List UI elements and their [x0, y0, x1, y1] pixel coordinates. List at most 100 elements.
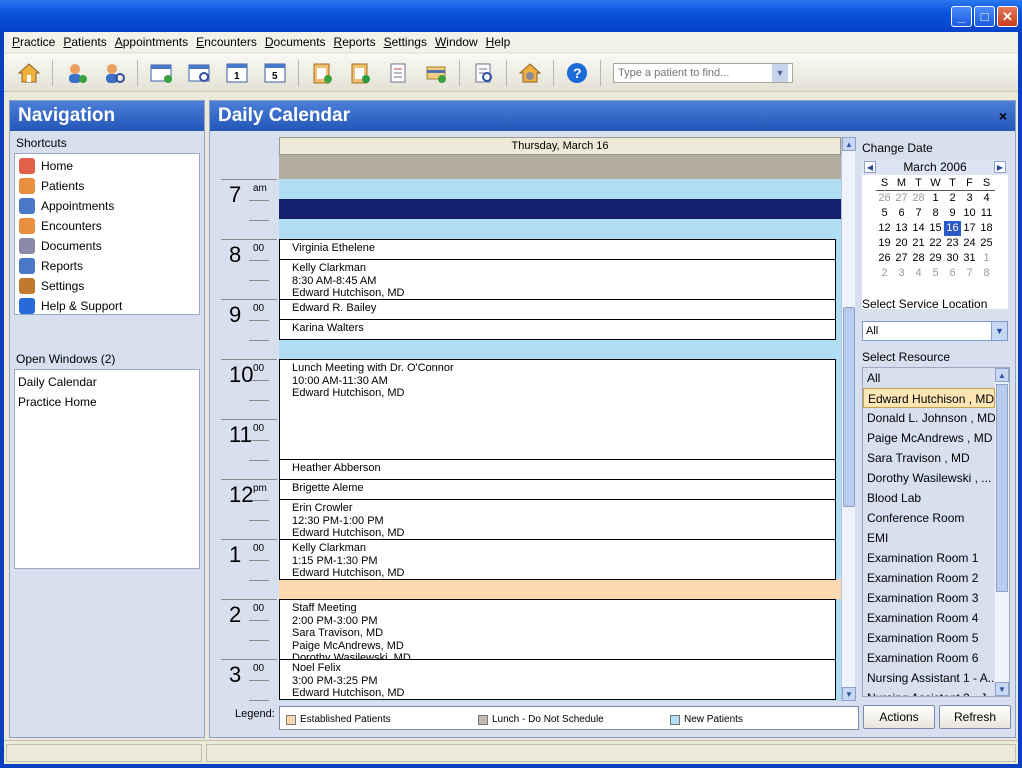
service-location-select[interactable]: All ▼: [862, 321, 1008, 341]
scroll-thumb[interactable]: [843, 307, 855, 507]
calendar-day[interactable]: 29: [927, 251, 944, 266]
sign-encounter-icon[interactable]: [346, 59, 374, 87]
shortcut-item[interactable]: Home: [15, 156, 199, 176]
resource-item[interactable]: EMI: [863, 528, 995, 548]
calendar-day[interactable]: 2: [876, 266, 893, 281]
resource-item[interactable]: Sara Travison , MD: [863, 448, 995, 468]
appointment-block[interactable]: Kelly Clarkman 1:15 PM-1:30 PM Edward Hutc…: [279, 539, 836, 580]
appointment-block[interactable]: Heather Abberson: [279, 459, 836, 480]
scroll-thumb[interactable]: [996, 384, 1008, 592]
day-view-icon[interactable]: 1: [223, 59, 251, 87]
appointment-block[interactable]: Brigette Aleme: [279, 479, 836, 500]
calendar-day[interactable]: 12: [876, 221, 893, 236]
calendar-day[interactable]: 6: [944, 266, 961, 281]
menu-encounters[interactable]: Encounters: [192, 35, 261, 49]
appointment-grid[interactable]: Virginia Ethelene Kelly Clarkman 8:30 AM-8…: [279, 179, 841, 701]
calendar-day[interactable]: 27: [893, 191, 910, 206]
calendar-day[interactable]: 2: [944, 191, 961, 206]
calendar-day[interactable]: 4: [978, 191, 995, 206]
resource-item[interactable]: Blood Lab: [863, 488, 995, 508]
resource-item[interactable]: Donald L. Johnson , MD: [863, 408, 995, 428]
prev-month-icon[interactable]: ◀: [864, 161, 876, 173]
new-appointment-icon[interactable]: [147, 59, 175, 87]
calendar-day[interactable]: 1: [927, 191, 944, 206]
schedule-band[interactable]: [279, 199, 841, 219]
calendar-day[interactable]: 3: [961, 191, 978, 206]
resource-item[interactable]: Examination Room 3: [863, 588, 995, 608]
resource-item[interactable]: Paige McAndrews , MD: [863, 428, 995, 448]
calendar-day[interactable]: 7: [961, 266, 978, 281]
all-day-area[interactable]: [279, 155, 841, 179]
calendar-day[interactable]: 1: [978, 251, 995, 266]
calendar-day[interactable]: 14: [910, 221, 927, 236]
calendar-day[interactable]: 5: [876, 206, 893, 221]
resource-item[interactable]: Examination Room 4: [863, 608, 995, 628]
patient-search-input[interactable]: [614, 66, 772, 79]
calendar-day[interactable]: 9: [944, 206, 961, 221]
calendar-day[interactable]: 7: [910, 206, 927, 221]
calendar-day[interactable]: 6: [893, 206, 910, 221]
menu-documents[interactable]: Documents: [261, 35, 330, 49]
calendar-day[interactable]: 5: [927, 266, 944, 281]
calendar-scrollbar[interactable]: ▲ ▼: [841, 137, 856, 701]
resource-item[interactable]: Examination Room 1: [863, 548, 995, 568]
scroll-up-icon[interactable]: ▲: [995, 368, 1009, 382]
shortcut-item[interactable]: Reports: [15, 256, 199, 276]
appointment-block[interactable]: Lunch Meeting with Dr. O'Connor 10:00 AM-…: [279, 359, 836, 460]
calendar-day[interactable]: 18: [978, 221, 995, 236]
find-patient-icon[interactable]: [100, 59, 128, 87]
patient-search-box[interactable]: ▼: [613, 62, 793, 83]
resource-item[interactable]: Examination Room 5: [863, 628, 995, 648]
next-month-icon[interactable]: ▶: [994, 161, 1006, 173]
resource-item[interactable]: All: [863, 368, 995, 388]
calendar-day[interactable]: 23: [944, 236, 961, 251]
shortcut-item[interactable]: Settings: [15, 276, 199, 296]
scroll-up-icon[interactable]: ▲: [842, 137, 856, 151]
appointment-block[interactable]: Staff Meeting 2:00 PM-3:00 PM Sara Traviso…: [279, 599, 836, 660]
calendar-day[interactable]: 28: [910, 191, 927, 206]
resource-item[interactable]: Examination Room 2: [863, 568, 995, 588]
menu-practice[interactable]: Practice: [8, 35, 59, 49]
help-icon[interactable]: ?: [563, 59, 591, 87]
calendar-day[interactable]: 11: [978, 206, 995, 221]
open-window-practice-home[interactable]: Practice Home: [15, 392, 199, 412]
document-icon[interactable]: [384, 59, 412, 87]
calendar-day[interactable]: 26: [876, 191, 893, 206]
report-icon[interactable]: [469, 59, 497, 87]
new-encounter-icon[interactable]: [308, 59, 336, 87]
calendar-day[interactable]: 4: [910, 266, 927, 281]
calendar-day[interactable]: 28: [910, 251, 927, 266]
scroll-down-icon[interactable]: ▼: [842, 687, 856, 701]
calendar-day[interactable]: 19: [876, 236, 893, 251]
resource-item[interactable]: Conference Room: [863, 508, 995, 528]
calendar-day[interactable]: 13: [893, 221, 910, 236]
shortcut-item[interactable]: Help & Support: [15, 296, 199, 316]
calendar-day[interactable]: 25: [978, 236, 995, 251]
resource-item[interactable]: Nursing Assistant 2 - J...: [863, 688, 995, 696]
appointment-block[interactable]: Kelly Clarkman 8:30 AM-8:45 AM Edward Hutc…: [279, 259, 836, 300]
close-icon[interactable]: ×: [999, 108, 1007, 124]
scroll-down-icon[interactable]: ▼: [995, 682, 1009, 696]
actions-button[interactable]: Actions: [863, 705, 935, 729]
calendar-day[interactable]: 16: [944, 221, 961, 236]
menu-appointments[interactable]: Appointments: [111, 35, 192, 49]
menu-window[interactable]: Window: [431, 35, 482, 49]
schedule-band[interactable]: [279, 579, 841, 599]
menu-settings[interactable]: Settings: [380, 35, 431, 49]
add-patient-icon[interactable]: [62, 59, 90, 87]
resource-item[interactable]: Edward Hutchison , MD: [863, 388, 995, 408]
settings-icon[interactable]: [516, 59, 544, 87]
calendar-day[interactable]: 17: [961, 221, 978, 236]
menu-reports[interactable]: Reports: [330, 35, 380, 49]
billing-icon[interactable]: [422, 59, 450, 87]
calendar-day[interactable]: 26: [876, 251, 893, 266]
menu-patients[interactable]: Patients: [59, 35, 110, 49]
open-window-daily-calendar[interactable]: Daily Calendar: [15, 372, 199, 392]
appointment-block[interactable]: Virginia Ethelene: [279, 239, 836, 260]
week-view-icon[interactable]: 5: [261, 59, 289, 87]
shortcut-item[interactable]: Documents: [15, 236, 199, 256]
shortcut-item[interactable]: Encounters: [15, 216, 199, 236]
calendar-day[interactable]: 31: [961, 251, 978, 266]
calendar-day[interactable]: 27: [893, 251, 910, 266]
shortcut-item[interactable]: Appointments: [15, 196, 199, 216]
